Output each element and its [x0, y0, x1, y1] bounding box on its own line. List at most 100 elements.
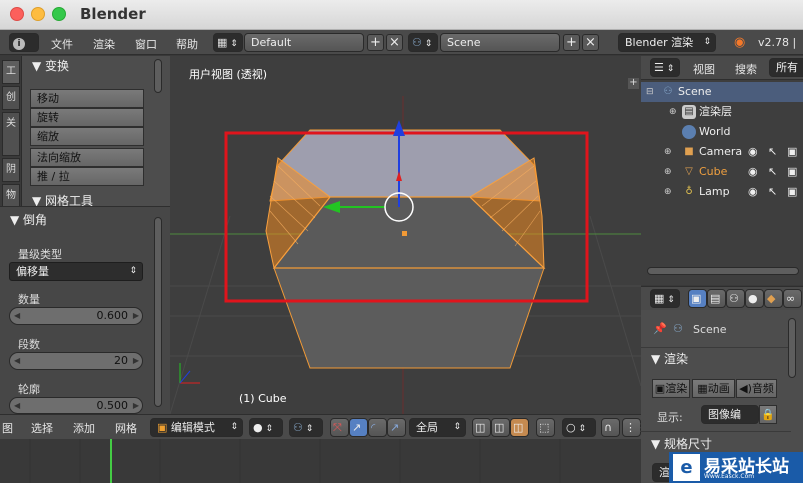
editor-type-button[interactable]: i ⇕ [9, 33, 39, 68]
scene-selector[interactable]: ⚇ ⇕ [408, 33, 438, 52]
cube-front-face[interactable] [273, 267, 545, 369]
tab-create[interactable]: 创 [2, 86, 20, 110]
world-tab[interactable]: ● [745, 289, 764, 308]
proportional-edit-selector[interactable]: ○ ⇕ [562, 418, 596, 437]
expand-icon[interactable]: ⊕ [664, 182, 672, 202]
menu-render[interactable]: 渲染 [93, 36, 115, 52]
render-tab[interactable]: ▣ [688, 289, 707, 308]
snap-toggle[interactable]: ∩ [601, 418, 620, 437]
audio-button[interactable]: ◀)音频 [736, 379, 777, 398]
timeline[interactable] [0, 439, 641, 483]
tab-shading[interactable]: 阴 [2, 158, 20, 182]
operator-scrollbar[interactable] [154, 217, 162, 407]
outliner-horizontal-scrollbar[interactable] [647, 267, 799, 275]
3d-viewport[interactable]: 用户视图 (透视) (1) Cube + [170, 56, 641, 414]
properties-scrollbar[interactable] [788, 318, 796, 378]
pin-icon[interactable]: 📌 [653, 322, 667, 335]
outliner-editor-type[interactable]: ☰ ⇕ [650, 58, 680, 77]
eye-icon[interactable]: ◉ [748, 162, 758, 182]
scale-toggle[interactable]: ↗ [387, 418, 406, 437]
close-window-button[interactable] [10, 7, 24, 21]
vertex-select-button[interactable]: ◫ [472, 418, 491, 437]
expand-icon[interactable]: ⊕ [669, 102, 677, 122]
outliner-menu-view[interactable]: 视图 [693, 61, 715, 77]
snap-element-selector[interactable]: ⋮⋮ [622, 418, 647, 437]
move-button[interactable]: 移动 [30, 89, 144, 108]
outliner-row-scene[interactable]: ⊟ ⚇ Scene [641, 82, 803, 102]
shading-selector[interactable]: ● ⇕ [249, 418, 283, 437]
cursor-icon[interactable]: ↖ [768, 182, 777, 202]
constraints-tab[interactable]: ∞ [783, 289, 802, 308]
outliner-menu-search[interactable]: 搜索 [735, 61, 757, 77]
display-select[interactable]: 图像编 [701, 405, 759, 424]
shrink-fatten-button[interactable]: 法向缩放 [30, 148, 144, 167]
translate-toggle[interactable]: ↗ [349, 418, 368, 437]
tab-relations[interactable]: 关 [2, 112, 20, 156]
scale-button[interactable]: 缩放 [30, 127, 144, 146]
manipulator-toggle[interactable]: ⤧ [330, 418, 349, 437]
expand-icon[interactable]: ⊕ [664, 142, 672, 162]
limit-selection-button[interactable]: ⬚ [536, 418, 555, 437]
scene-field[interactable]: Scene [440, 33, 560, 52]
render-camera-icon[interactable]: ▣ [787, 182, 797, 202]
amount-type-select[interactable]: 偏移量 ⇕ [9, 262, 143, 281]
menu-add[interactable]: 添加 [73, 420, 95, 436]
add-screen-icon[interactable]: + [367, 34, 384, 51]
decrement-arrow-icon[interactable]: ◀ [14, 308, 20, 324]
add-scene-icon[interactable]: + [563, 34, 580, 51]
outliner-row-lamp[interactable]: ⊕ ♁ Lamp ◉ ↖ ▣ [641, 182, 803, 202]
segments-field[interactable]: ◀ 20 ▶ [9, 352, 143, 370]
outliner-row-world[interactable]: World [641, 122, 803, 142]
render-layers-tab[interactable]: ▤ [707, 289, 726, 308]
cursor-icon[interactable]: ↖ [768, 142, 777, 162]
push-pull-button[interactable]: 推 / 拉 [30, 167, 144, 186]
orientation-selector[interactable]: 全局 ⇕ [409, 418, 466, 437]
outliner-filter[interactable]: 所有 [769, 58, 803, 77]
increment-arrow-icon[interactable]: ▶ [133, 353, 139, 369]
mode-selector[interactable]: ▣ 编辑模式 ⇕ [150, 418, 243, 437]
screen-layout-field[interactable]: Default [244, 33, 364, 52]
menu-select[interactable]: 选择 [31, 420, 53, 436]
outliner-row-cube[interactable]: ⊕ ▽ Cube ◉ ↖ ▣ [641, 162, 803, 182]
collapse-icon[interactable]: ⊟ [646, 82, 654, 102]
dimensions-panel-header[interactable]: ▼ 规格尺寸 [641, 434, 776, 454]
delete-screen-icon[interactable]: × [386, 34, 403, 51]
cursor-icon[interactable]: ↖ [768, 162, 777, 182]
menu-help[interactable]: 帮助 [176, 36, 198, 52]
minimize-window-button[interactable] [31, 7, 45, 21]
decrement-arrow-icon[interactable]: ◀ [14, 353, 20, 369]
render-panel-header[interactable]: ▼ 渲染 [641, 349, 776, 369]
lock-interface-toggle[interactable]: 🔒 [759, 405, 777, 424]
transform-panel-header[interactable]: ▼ 变换 [22, 56, 157, 76]
maximize-window-button[interactable] [52, 7, 66, 21]
animation-button[interactable]: ▦动画 [692, 379, 735, 398]
menu-file[interactable]: 文件 [51, 36, 73, 52]
expand-properties-icon[interactable]: + [628, 78, 639, 89]
decrement-arrow-icon[interactable]: ◀ [14, 398, 20, 414]
increment-arrow-icon[interactable]: ▶ [133, 308, 139, 324]
outliner-row-camera[interactable]: ⊕ ■ Camera ◉ ↖ ▣ [641, 142, 803, 162]
rotate-toggle[interactable]: ◜ [368, 418, 387, 437]
menu-view[interactable]: 图 [2, 420, 13, 436]
amount-field[interactable]: ◀ 0.600 ▶ [9, 307, 143, 325]
object-tab[interactable]: ◆ [764, 289, 783, 308]
render-button[interactable]: ▣渲染 [652, 379, 690, 398]
eye-icon[interactable]: ◉ [748, 142, 758, 162]
render-camera-icon[interactable]: ▣ [787, 162, 797, 182]
tab-tools[interactable]: 工 [2, 60, 20, 84]
render-camera-icon[interactable]: ▣ [787, 142, 797, 162]
menu-mesh[interactable]: 网格 [115, 420, 137, 436]
bevel-panel-header[interactable]: ▼ 倒角 [0, 210, 135, 230]
delete-scene-icon[interactable]: × [582, 34, 599, 51]
expand-icon[interactable]: ⊕ [664, 162, 672, 182]
properties-editor-type[interactable]: ▦ ⇕ [650, 289, 680, 308]
tab-physics[interactable]: 物 [2, 184, 20, 208]
menu-window[interactable]: 窗口 [135, 36, 157, 52]
profile-field[interactable]: ◀ 0.500 ▶ [9, 397, 143, 414]
edge-select-button[interactable]: ◫ [491, 418, 510, 437]
increment-arrow-icon[interactable]: ▶ [133, 398, 139, 414]
shelf-scrollbar[interactable] [154, 59, 162, 93]
outliner-row-render-layers[interactable]: ⊕ ▤ 渲染层 [641, 102, 803, 122]
rotate-button[interactable]: 旋转 [30, 108, 144, 127]
face-select-button[interactable]: ◫ [510, 418, 529, 437]
